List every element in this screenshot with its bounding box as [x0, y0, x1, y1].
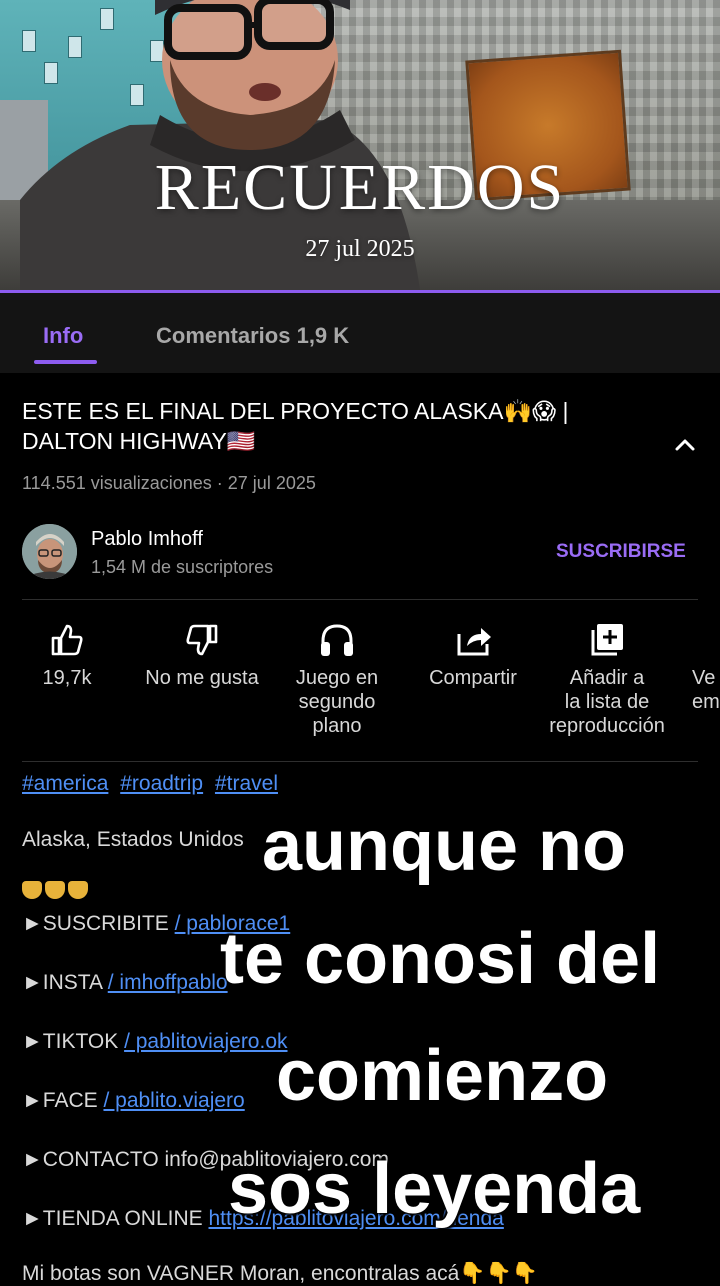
- social-link[interactable]: / imhoffpablo: [108, 971, 228, 994]
- pointing-down-icon: [22, 881, 42, 900]
- hashtag-link[interactable]: #america: [22, 772, 108, 795]
- background-play-button[interactable]: Juego en segundo plano: [272, 620, 402, 738]
- chevron-up-icon[interactable]: [670, 430, 700, 460]
- like-count: 19,7k: [42, 667, 92, 689]
- tab-info[interactable]: Info: [43, 323, 83, 349]
- caption-line-2: te conosi del: [220, 919, 661, 999]
- caption-line-3: comienzo: [276, 1036, 609, 1116]
- hashtag-link[interactable]: #roadtrip: [120, 772, 203, 795]
- video-title-line2: DALTON HIGHWAY🇺🇸: [22, 428, 256, 454]
- boots-line: Mi botas son VAGNER Moran, encontralas a…: [22, 1262, 538, 1285]
- add-to-playlist-button[interactable]: Añadir a la lista de reproducción: [542, 620, 672, 738]
- memories-date: 27 jul 2025: [305, 236, 415, 262]
- avatar-image: [22, 524, 77, 579]
- more-icon: [692, 620, 720, 660]
- like-button[interactable]: 19,7k: [2, 620, 132, 690]
- pointing-down-icon: [45, 881, 65, 900]
- add-to-playlist-label: Añadir a la lista de reproducción: [549, 667, 665, 737]
- video-title-line1: ESTE ES EL FINAL DEL PROYECTO ALASKA🙌😱 |: [22, 398, 569, 424]
- channel-avatar[interactable]: [22, 524, 77, 579]
- tiktok-link-line: ►TIKTOK / pablitoviajero.ok: [22, 1030, 288, 1053]
- share-button[interactable]: Compartir: [408, 620, 538, 690]
- divider: [22, 761, 698, 762]
- share-label: Compartir: [429, 667, 517, 689]
- hashtag-link[interactable]: #travel: [215, 772, 278, 795]
- facebook-link-line: ►FACE / pablito.viajero: [22, 1089, 245, 1112]
- instagram-link-line: ►INSTA / imhoffpablo: [22, 971, 228, 994]
- headphones-icon: [321, 624, 353, 656]
- thumbs-down-icon: [186, 624, 218, 656]
- caption-line-1: aunque no: [262, 806, 626, 886]
- more-action-button[interactable]: Ve em: [672, 620, 720, 714]
- action-row: 19,7k No me gusta Juego en segundo plano…: [0, 620, 720, 760]
- channel-name[interactable]: Pablo Imhoff: [91, 528, 203, 551]
- tab-bar: Info Comentarios 1,9 K: [0, 293, 720, 373]
- dislike-label: No me gusta: [145, 667, 259, 689]
- location-text: Alaska, Estados Unidos: [22, 828, 244, 851]
- subscribe-button[interactable]: SUSCRIBIRSE: [556, 541, 686, 563]
- video-title: ESTE ES EL FINAL DEL PROYECTO ALASKA🙌😱 |…: [22, 396, 642, 456]
- video-meta: 114.551 visualizaciones · 27 jul 2025: [22, 473, 316, 493]
- caption-line-4: sos leyenda: [228, 1149, 641, 1229]
- subscriber-count: 1,54 M de suscriptores: [91, 557, 274, 577]
- share-icon: [457, 628, 491, 656]
- tab-comments[interactable]: Comentarios 1,9 K: [156, 323, 349, 349]
- hashtag-list: #america #roadtrip #travel: [22, 772, 284, 796]
- dislike-button[interactable]: No me gusta: [137, 620, 267, 690]
- social-link[interactable]: / pablito.viajero: [103, 1089, 244, 1112]
- add-to-playlist-icon: [591, 624, 623, 656]
- social-link[interactable]: / pablitoviajero.ok: [124, 1030, 287, 1053]
- active-tab-indicator: [34, 360, 97, 364]
- divider: [22, 599, 698, 600]
- thumbs-up-icon: [51, 624, 83, 656]
- more-action-label: Ve em: [692, 667, 720, 713]
- pointing-down-icon: [68, 881, 88, 900]
- memories-title: RECUERDOS: [154, 151, 566, 224]
- background-play-label: Juego en segundo plano: [295, 667, 379, 737]
- memories-thumbnail[interactable]: RECUERDOS 27 jul 2025: [0, 0, 720, 290]
- pointing-emoji-row: [22, 878, 91, 902]
